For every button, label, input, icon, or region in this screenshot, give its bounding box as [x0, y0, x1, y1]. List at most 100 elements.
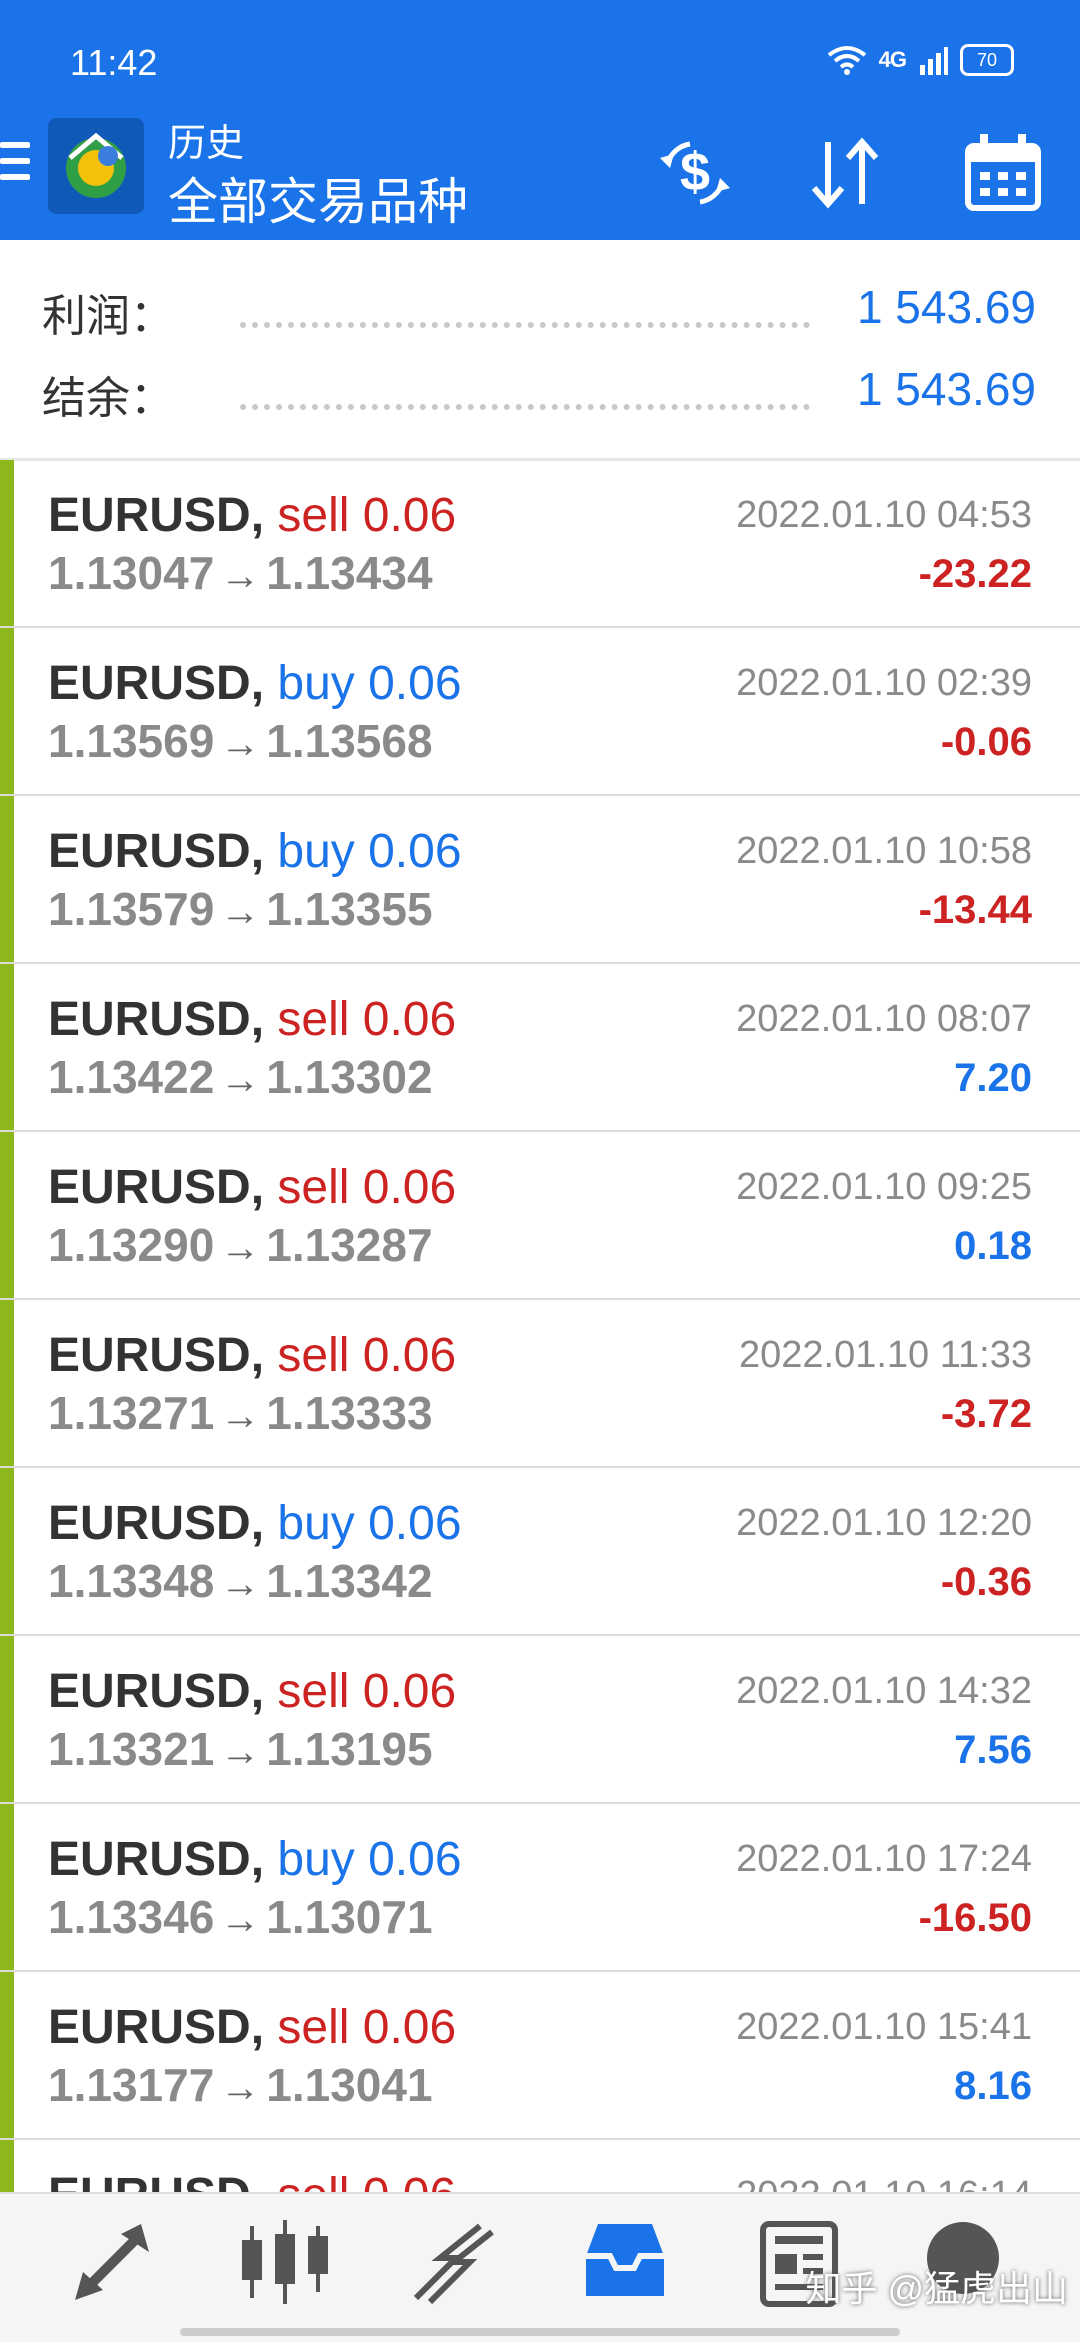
- status-icons: 4G 70: [827, 44, 1014, 76]
- arrow-right-icon: →: [220, 1898, 261, 1942]
- trade-prices: 1.13422 → 1.13302: [48, 1050, 433, 1104]
- row-indicator-bar: [0, 796, 14, 962]
- trade-prices: 1.13177 → 1.13041: [48, 2058, 433, 2112]
- trade-side: buy: [277, 1497, 355, 1550]
- trade-row[interactable]: EURUSD, sell 0.06 1.13271 → 1.13333 2022.01.…: [0, 1300, 1080, 1468]
- open-price: 1.13346: [48, 1891, 215, 1943]
- trade-profit: -0.06: [940, 720, 1032, 764]
- trade-icon[interactable]: [400, 2212, 510, 2312]
- trade-symbol: EURUSD,: [48, 657, 265, 710]
- trade-volume: 0.06: [362, 993, 457, 1046]
- dotted-leader: [240, 372, 810, 410]
- open-price: 1.13579: [48, 883, 215, 935]
- currency-exchange-icon[interactable]: $: [650, 128, 740, 218]
- trade-prices: 1.13348 → 1.13342: [48, 1554, 433, 1608]
- header-title[interactable]: 全部交易品种: [168, 162, 468, 234]
- close-price: 1.13434: [266, 547, 433, 599]
- trade-title: EURUSD, sell 0.06: [48, 2168, 456, 2192]
- trade-row[interactable]: EURUSD, buy 0.06 1.13569 → 1.13568 2022.01.1…: [0, 628, 1080, 796]
- trade-title: EURUSD, sell 0.06: [48, 1160, 456, 1215]
- trade-prices: 1.13271 → 1.13333: [48, 1386, 433, 1440]
- trade-volume: 0.06: [362, 1329, 457, 1382]
- close-price: 1.13041: [266, 2059, 433, 2111]
- row-indicator-bar: [0, 628, 14, 794]
- quotes-icon[interactable]: [55, 2212, 165, 2312]
- trade-row[interactable]: EURUSD, sell 0.06 1.13177 → 1.13041 2022.01.…: [0, 1972, 1080, 2140]
- history-icon[interactable]: [570, 2212, 680, 2312]
- trade-date: 2022.01.10 11:33: [738, 1334, 1032, 1376]
- close-price: 1.13342: [266, 1555, 433, 1607]
- row-indicator-bar: [0, 1132, 14, 1298]
- trade-title: EURUSD, buy 0.06: [48, 824, 462, 879]
- open-price: 1.13348: [48, 1555, 215, 1607]
- home-indicator[interactable]: [180, 2328, 900, 2336]
- trade-row[interactable]: EURUSD, sell 0.06 1.13290 → 1.13287 2022.01.…: [0, 1132, 1080, 1300]
- trade-date: 2022.01.10 12:20: [736, 1502, 1032, 1544]
- watermark-text: 知乎 @猛虎出山: [805, 2268, 1068, 2309]
- trade-row[interactable]: EURUSD, buy 0.06 1.13348 → 1.13342 2022.01.1…: [0, 1468, 1080, 1636]
- trade-history-list[interactable]: EURUSD, sell 0.06 1.13047 → 1.13434 2022.01.…: [0, 460, 1080, 2192]
- trade-profit: -0.36: [940, 1560, 1032, 1604]
- trade-date: 2022.01.10 09:25: [736, 1166, 1032, 1208]
- trade-volume: 0.06: [368, 657, 462, 710]
- trade-title: EURUSD, buy 0.06: [48, 1832, 462, 1887]
- wifi-icon: [827, 46, 866, 75]
- open-price: 1.13047: [48, 547, 215, 599]
- trade-profit: 7.20: [954, 1056, 1032, 1100]
- trade-side: sell: [277, 2001, 350, 2054]
- trade-title: EURUSD, sell 0.06: [48, 992, 456, 1047]
- trade-profit: -16.50: [918, 1896, 1032, 1940]
- row-indicator-bar: [0, 1468, 14, 1634]
- chart-icon[interactable]: [230, 2212, 340, 2312]
- hamburger-icon[interactable]: [0, 142, 30, 190]
- row-indicator-bar: [0, 2140, 14, 2192]
- status-bar: 11:42 4G 70: [0, 0, 1080, 110]
- trade-row[interactable]: EURUSD, sell 0.06 1.13047 → 1.13434 2022.01.…: [0, 460, 1080, 628]
- arrow-right-icon: →: [220, 554, 261, 598]
- header-subtitle: 历史: [168, 123, 245, 165]
- trade-symbol: EURUSD,: [48, 1497, 265, 1550]
- app-header: 11:42 4G 70 历史 全部交易品种 $: [0, 0, 1080, 240]
- trade-date: 2022.01.10 10:58: [736, 830, 1032, 872]
- close-price: 1.13287: [266, 1219, 433, 1271]
- balance-value: 1 543.69: [856, 363, 1036, 415]
- sort-icon[interactable]: [800, 128, 890, 218]
- trade-volume: 0.06: [368, 1497, 462, 1550]
- trade-symbol: EURUSD,: [48, 2169, 264, 2192]
- trade-date: 2022.01.10 17:24: [736, 1838, 1032, 1880]
- trade-prices: 1.13321 → 1.13195: [48, 1722, 433, 1776]
- trade-prices: 1.13047 → 1.13434: [48, 546, 433, 600]
- battery-icon: 70: [960, 44, 1014, 76]
- trade-row[interactable]: EURUSD, sell 0.06→2022.01.10 16:14: [0, 2140, 1080, 2192]
- trade-volume: 0.06: [368, 1833, 462, 1886]
- trade-profit: -23.22: [918, 552, 1032, 596]
- row-indicator-bar: [0, 1636, 14, 1802]
- network-type: 4G: [878, 47, 907, 72]
- calendar-icon[interactable]: [958, 128, 1048, 218]
- trade-volume: 0.06: [368, 825, 462, 878]
- trade-side: buy: [277, 657, 355, 710]
- close-price: 1.13071: [266, 1891, 433, 1943]
- open-price: 1.13422: [48, 1051, 215, 1103]
- summary-panel: 利润： 1 543.69 结余： 1 543.69: [0, 240, 1080, 461]
- trade-row[interactable]: EURUSD, buy 0.06 1.13346 → 1.13071 2022.01.1…: [0, 1804, 1080, 1972]
- trade-symbol: EURUSD,: [48, 1329, 265, 1382]
- trade-row[interactable]: EURUSD, sell 0.06 1.13321 → 1.13195 2022.01.…: [0, 1636, 1080, 1804]
- trade-symbol: EURUSD,: [48, 1665, 265, 1718]
- trade-date: 2022.01.10 16:14: [736, 2174, 1032, 2192]
- trade-row[interactable]: EURUSD, buy 0.06 1.13579 → 1.13355 2022.01.1…: [0, 796, 1080, 964]
- arrow-right-icon: →: [220, 1394, 261, 1438]
- app-logo-icon: [48, 118, 144, 214]
- close-price: 1.13195: [266, 1723, 433, 1775]
- trade-volume: 0.06: [362, 1161, 457, 1214]
- close-price: 1.13333: [266, 1387, 433, 1439]
- svg-text:$: $: [680, 142, 710, 202]
- profit-label: 利润：: [42, 292, 174, 341]
- row-indicator-bar: [0, 460, 14, 626]
- trade-date: 2022.01.10 02:39: [736, 662, 1032, 704]
- row-indicator-bar: [0, 964, 14, 1130]
- row-indicator-bar: [0, 1804, 14, 1970]
- trade-prices: 1.13346 → 1.13071: [48, 1890, 433, 1944]
- open-price: 1.13290: [48, 1219, 215, 1271]
- trade-row[interactable]: EURUSD, sell 0.06 1.13422 → 1.13302 2022.01.…: [0, 964, 1080, 1132]
